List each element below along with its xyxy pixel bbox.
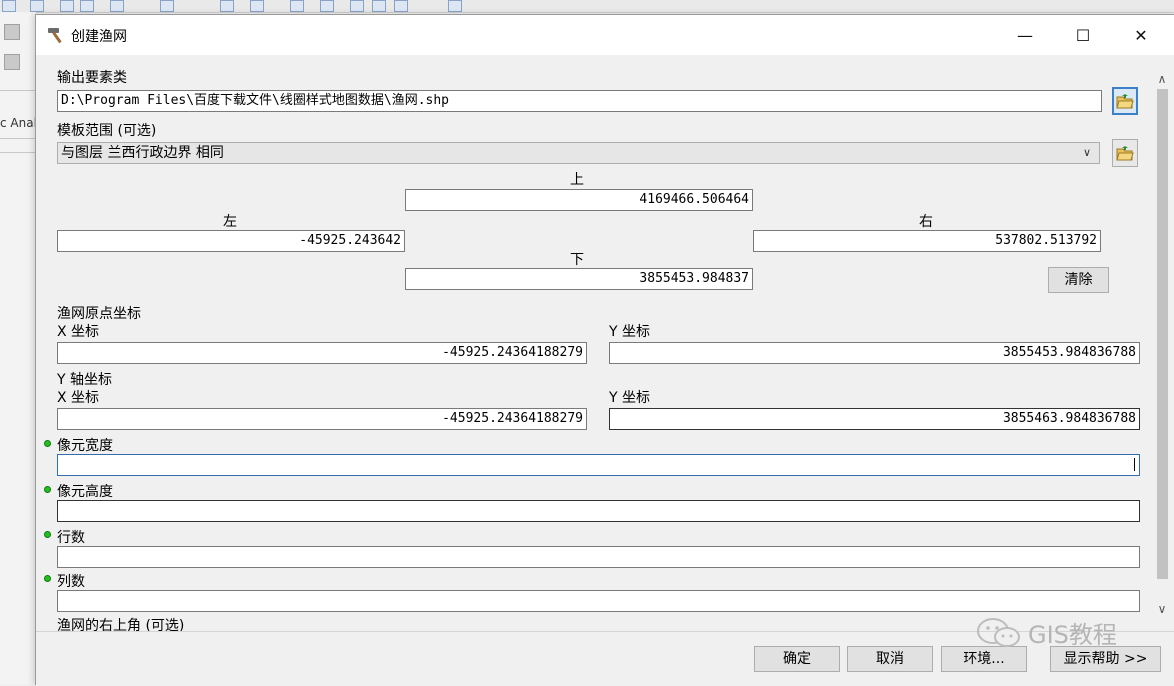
chevron-down-icon: ∨ xyxy=(1082,146,1091,159)
output-path-input[interactable]: D:\Program Files\百度下载文件\线圈样式地图数据\渔网.shp xyxy=(57,90,1102,112)
scroll-thumb[interactable] xyxy=(1157,89,1168,579)
minimize-button[interactable]: — xyxy=(996,15,1054,55)
extent-left-input[interactable]: -45925.243642 xyxy=(57,230,405,252)
extent-right-input[interactable]: 537802.513792 xyxy=(753,230,1101,252)
extent-top-label: 上 xyxy=(570,172,584,188)
background-sidebar: c Analy xyxy=(0,12,36,684)
title-bar[interactable]: 创建渔网 — ☐ ✕ xyxy=(36,15,1174,55)
yaxis-x-input[interactable]: -45925.24364188279 xyxy=(57,408,587,430)
scroll-down-button[interactable]: ∨ xyxy=(1152,599,1172,619)
open-folder-icon xyxy=(1116,146,1134,161)
watermark-text: GIS教程 xyxy=(1028,621,1117,649)
toolbar-icon[interactable] xyxy=(60,0,74,12)
toolbar-icon[interactable] xyxy=(320,0,334,12)
toolbar-icon[interactable] xyxy=(394,0,408,12)
chevron-down-icon: ∨ xyxy=(1157,602,1167,616)
maximize-button[interactable]: ☐ xyxy=(1054,15,1112,55)
required-indicator-icon xyxy=(44,486,51,493)
extent-bottom-label: 下 xyxy=(570,252,584,268)
browse-template-button[interactable] xyxy=(1112,139,1138,167)
toolbar-icon[interactable] xyxy=(30,0,44,12)
extent-right-label: 右 xyxy=(919,214,933,230)
template-extent-label: 模板范围 (可选) xyxy=(57,123,157,139)
cols-label: 列数 xyxy=(57,574,85,590)
open-folder-icon xyxy=(1116,94,1134,109)
parameters-panel: 输出要素类 D:\Program Files\百度下载文件\线圈样式地图数据\渔… xyxy=(36,56,1174,631)
create-fishnet-dialog: 创建渔网 — ☐ ✕ 输出要素类 D:\Program Files\百度下载文件… xyxy=(35,14,1174,686)
output-label: 输出要素类 xyxy=(57,70,127,86)
toolbar-icon[interactable] xyxy=(448,0,462,12)
toolbar-icon[interactable] xyxy=(2,0,16,12)
opposite-corner-label: 渔网的右上角 (可选) xyxy=(57,618,185,631)
required-indicator-icon xyxy=(44,440,51,447)
close-icon: ✕ xyxy=(1134,25,1148,45)
minimize-icon: — xyxy=(1017,25,1033,45)
cell-width-label: 像元宽度 xyxy=(57,438,113,454)
toolbar-icon[interactable] xyxy=(250,0,264,12)
hammer-icon xyxy=(48,28,62,44)
background-toolbar xyxy=(0,0,1174,13)
origin-x-label: X 坐标 xyxy=(57,324,100,340)
browse-output-button[interactable] xyxy=(1112,87,1138,115)
toolbar-icon[interactable] xyxy=(220,0,234,12)
text-cursor xyxy=(1134,458,1135,471)
watermark: GIS教程 xyxy=(976,615,1117,650)
vertical-scrollbar[interactable]: ∧ ∨ xyxy=(1152,69,1172,619)
rows-input[interactable] xyxy=(57,546,1140,568)
required-indicator-icon xyxy=(44,531,51,538)
cols-input[interactable] xyxy=(57,590,1140,612)
yaxis-x-label: X 坐标 xyxy=(57,390,100,406)
close-button[interactable]: ✕ xyxy=(1112,15,1170,55)
yaxis-y-input[interactable]: 3855463.984836788 xyxy=(609,408,1140,430)
maximize-icon: ☐ xyxy=(1075,25,1091,45)
yaxis-y-label: Y 坐标 xyxy=(609,390,651,406)
template-extent-select[interactable]: 与图层 兰西行政边界 相同 ∨ xyxy=(57,142,1100,164)
cell-width-input[interactable] xyxy=(57,454,1140,476)
cell-height-label: 像元高度 xyxy=(57,484,113,500)
toolbar-icon[interactable] xyxy=(80,0,94,12)
cell-height-input[interactable] xyxy=(57,500,1140,522)
rows-label: 行数 xyxy=(57,530,85,546)
extent-top-input[interactable]: 4169466.506464 xyxy=(405,189,753,211)
origin-y-input[interactable]: 3855453.984836788 xyxy=(609,342,1140,364)
cancel-button[interactable]: 取消 xyxy=(847,646,933,672)
origin-label: 渔网原点坐标 xyxy=(57,306,141,322)
save-icon[interactable] xyxy=(4,24,20,40)
yaxis-label: Y 轴坐标 xyxy=(57,372,113,388)
clear-button[interactable]: 清除 xyxy=(1048,267,1109,293)
origin-x-input[interactable]: -45925.24364188279 xyxy=(57,342,587,364)
window-title: 创建渔网 xyxy=(71,29,127,45)
toolbar-icon[interactable] xyxy=(372,0,386,12)
toolbar-icon[interactable] xyxy=(290,0,304,12)
toolbar-icon[interactable] xyxy=(350,0,364,12)
wechat-icon xyxy=(977,617,1020,647)
ok-button[interactable]: 确定 xyxy=(754,646,840,672)
pan-icon[interactable] xyxy=(4,54,20,70)
extent-left-label: 左 xyxy=(223,214,237,230)
extent-bottom-input[interactable]: 3855453.984837 xyxy=(405,268,753,290)
chevron-up-icon: ∧ xyxy=(1157,72,1167,86)
origin-y-label: Y 坐标 xyxy=(609,324,651,340)
required-indicator-icon xyxy=(44,575,51,582)
scroll-up-button[interactable]: ∧ xyxy=(1152,69,1172,89)
toolbar-icon[interactable] xyxy=(110,0,124,12)
template-extent-value: 与图层 兰西行政边界 相同 xyxy=(61,145,224,161)
background-panel-tab[interactable]: c Analy xyxy=(0,116,36,130)
toolbar-icon[interactable] xyxy=(160,0,174,12)
